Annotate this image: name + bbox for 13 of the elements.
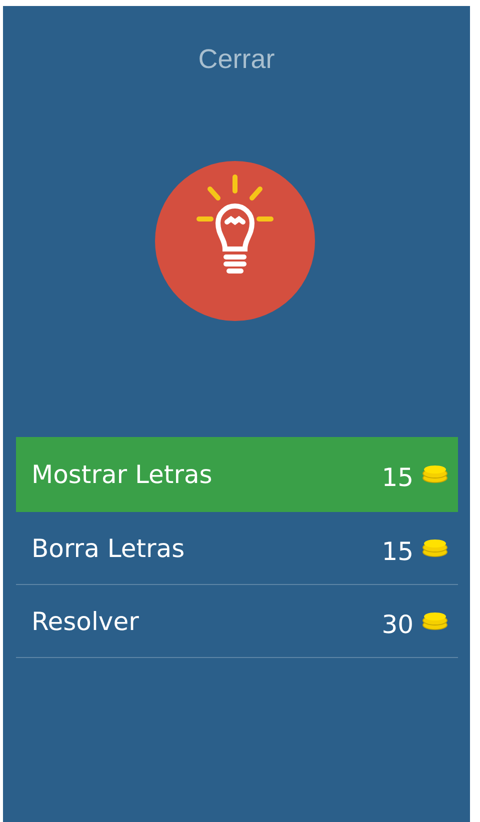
coins-icon bbox=[422, 465, 448, 483]
lightbulb-icon bbox=[154, 161, 314, 321]
hint-option[interactable]: Borra Letras 15 bbox=[16, 512, 458, 585]
option-label: Mostrar Letras bbox=[32, 460, 214, 488]
cost-amount: 15 bbox=[382, 462, 414, 492]
coins-icon bbox=[422, 612, 448, 630]
option-label: Borra Letras bbox=[32, 534, 186, 562]
cost-amount: 15 bbox=[382, 536, 414, 566]
hint-option[interactable]: Resolver 30 bbox=[16, 585, 458, 658]
coins-icon bbox=[422, 539, 448, 557]
close-button[interactable]: Cerrar bbox=[192, 44, 281, 75]
cost-amount: 30 bbox=[382, 610, 414, 638]
option-label: Resolver bbox=[32, 606, 140, 636]
